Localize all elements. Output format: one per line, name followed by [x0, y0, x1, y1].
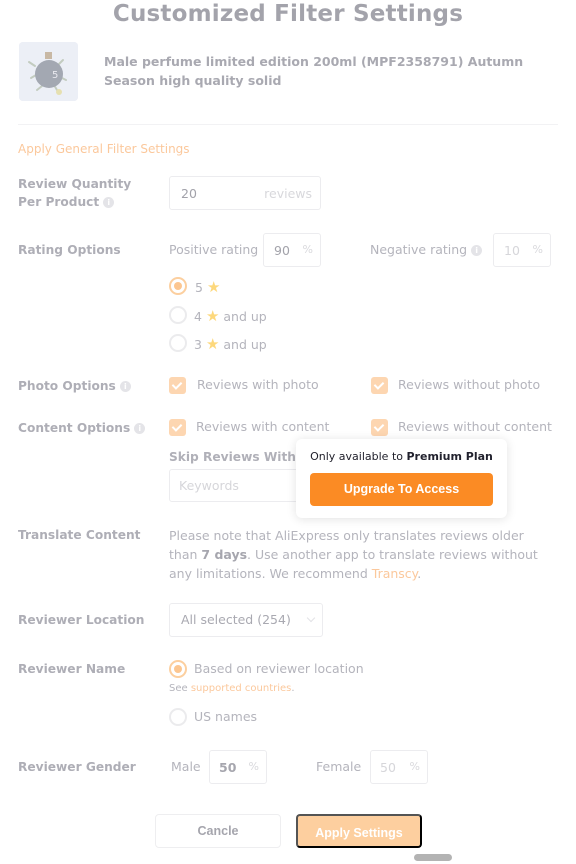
negative-rating-label: Negative rating i: [370, 242, 483, 257]
name-based-location-radio[interactable]: [169, 660, 187, 678]
rating-option-5: 5 ★: [195, 278, 220, 296]
female-label: Female: [316, 759, 362, 774]
see-text: See: [169, 683, 191, 694]
reviewer-location-label: Reviewer Location: [18, 613, 145, 627]
content-with-label: Reviews with content: [196, 419, 330, 434]
premium-popup-text: Only available to Premium Plan: [296, 450, 507, 463]
negative-rating-input[interactable]: 10 %: [493, 233, 551, 267]
rating-option-4: 4 ★ and up: [194, 307, 267, 325]
chevron-down-icon: [306, 613, 316, 623]
negative-rating-text: Negative rating: [370, 242, 468, 257]
percent-suffix: %: [302, 243, 313, 256]
supported-countries-note: See supported countries.: [169, 683, 295, 694]
negative-rating-value: 10: [504, 243, 520, 258]
translate-text: than: [169, 547, 202, 562]
positive-rating-input[interactable]: 90 %: [263, 233, 321, 267]
translate-text: any limitations. We recommend: [169, 566, 372, 581]
info-icon[interactable]: i: [103, 197, 115, 208]
see-suffix: .: [291, 683, 295, 694]
rating-option-suffix: and up: [223, 337, 267, 352]
photo-without-checkbox[interactable]: [371, 377, 388, 394]
upgrade-to-access-button[interactable]: Upgrade To Access: [310, 473, 493, 506]
product-thumbnail: 5: [19, 42, 78, 101]
translate-content-label: Translate Content: [18, 528, 141, 542]
female-percent-value: 50: [380, 760, 396, 775]
svg-text:5: 5: [52, 70, 58, 81]
photo-with-checkbox[interactable]: [169, 377, 186, 394]
review-quantity-input[interactable]: 20 reviews: [169, 176, 321, 210]
photo-options-label: Photo Options i: [18, 377, 131, 395]
translate-note-line1: Please note that AliExpress only transla…: [169, 528, 524, 543]
rating-option-suffix: and up: [223, 309, 267, 324]
percent-suffix: %: [532, 243, 543, 256]
reviewer-gender-label: Reviewer Gender: [18, 760, 136, 774]
star-icon: ★: [206, 278, 221, 296]
translate-text: . Use another app to translate reviews w…: [247, 547, 538, 562]
star-icon: ★: [205, 307, 220, 325]
premium-popup-prefix: Only available to: [310, 450, 407, 463]
review-quantity-label: Review Quantity Per Product i: [18, 175, 131, 211]
rating-option-value: 4: [194, 309, 202, 324]
review-quantity-label-line1: Review Quantity: [18, 177, 132, 191]
content-without-checkbox[interactable]: [371, 419, 388, 436]
male-label: Male: [171, 759, 201, 774]
rating-option-value: 5: [195, 280, 203, 295]
perfume-bottle-icon: 5: [19, 42, 78, 101]
review-quantity-suffix: reviews: [264, 186, 312, 201]
review-quantity-label-line2: Per Product: [18, 195, 100, 209]
positive-rating-label: Positive rating: [169, 242, 259, 257]
content-options-label: Content Options i: [18, 419, 146, 437]
rating-options-label: Rating Options: [18, 243, 121, 257]
percent-suffix: %: [248, 760, 259, 773]
rating-radio-5[interactable]: [169, 277, 187, 295]
translate-note: Please note that AliExpress only transla…: [169, 526, 559, 583]
apply-settings-button[interactable]: Apply Settings: [296, 814, 422, 848]
female-percent-input[interactable]: 50 %: [370, 750, 428, 784]
rating-radio-3[interactable]: [169, 334, 187, 352]
rating-option-3: 3 ★ and up: [194, 335, 267, 353]
name-based-location-label: Based on reviewer location: [194, 661, 364, 676]
keywords-placeholder: Keywords: [179, 478, 239, 493]
male-percent-input[interactable]: 50 %: [209, 750, 267, 784]
scroll-handle[interactable]: [414, 854, 452, 861]
product-name: Male perfume limited edition 200ml (MPF2…: [104, 54, 524, 88]
star-icon: ★: [205, 335, 220, 353]
name-us-label: US names: [194, 709, 258, 724]
translate-days: 7 days: [201, 547, 248, 562]
male-percent-value: 50: [219, 760, 237, 775]
reviewer-location-value: All selected (254): [181, 612, 291, 627]
reviewer-name-label: Reviewer Name: [18, 662, 126, 676]
info-icon[interactable]: i: [119, 381, 131, 392]
content-with-checkbox[interactable]: [169, 419, 186, 436]
translate-note-line3: any limitations. We recommend Transcy.: [169, 564, 559, 583]
premium-popup: Only available to Premium Plan Upgrade T…: [296, 439, 507, 518]
reviewer-location-select[interactable]: All selected (254): [169, 603, 323, 637]
review-quantity-value: 20: [181, 186, 197, 201]
premium-plan-name: Premium Plan: [406, 450, 493, 463]
translate-text: .: [417, 566, 422, 581]
photo-with-label: Reviews with photo: [197, 377, 319, 392]
transcy-link[interactable]: Transcy: [372, 566, 418, 581]
apply-general-filter-link[interactable]: Apply General Filter Settings: [18, 142, 190, 156]
content-without-label: Reviews without content: [398, 419, 552, 434]
info-icon[interactable]: i: [134, 423, 146, 434]
content-options-text: Content Options: [18, 421, 131, 435]
rating-option-value: 3: [194, 337, 202, 352]
page-title: Customized Filter Settings: [112, 1, 464, 27]
cancel-button[interactable]: Cancle: [155, 814, 281, 848]
info-icon[interactable]: i: [471, 245, 483, 256]
photo-options-text: Photo Options: [18, 379, 116, 393]
name-us-radio[interactable]: [169, 708, 187, 726]
translate-note-line2: than 7 days. Use another app to translat…: [169, 545, 559, 564]
positive-rating-value: 90: [274, 243, 290, 258]
rating-radio-4[interactable]: [169, 306, 187, 324]
supported-countries-link[interactable]: supported countries: [191, 683, 292, 694]
percent-suffix: %: [409, 760, 420, 773]
divider: [18, 124, 558, 125]
photo-without-label: Reviews without photo: [398, 377, 541, 392]
